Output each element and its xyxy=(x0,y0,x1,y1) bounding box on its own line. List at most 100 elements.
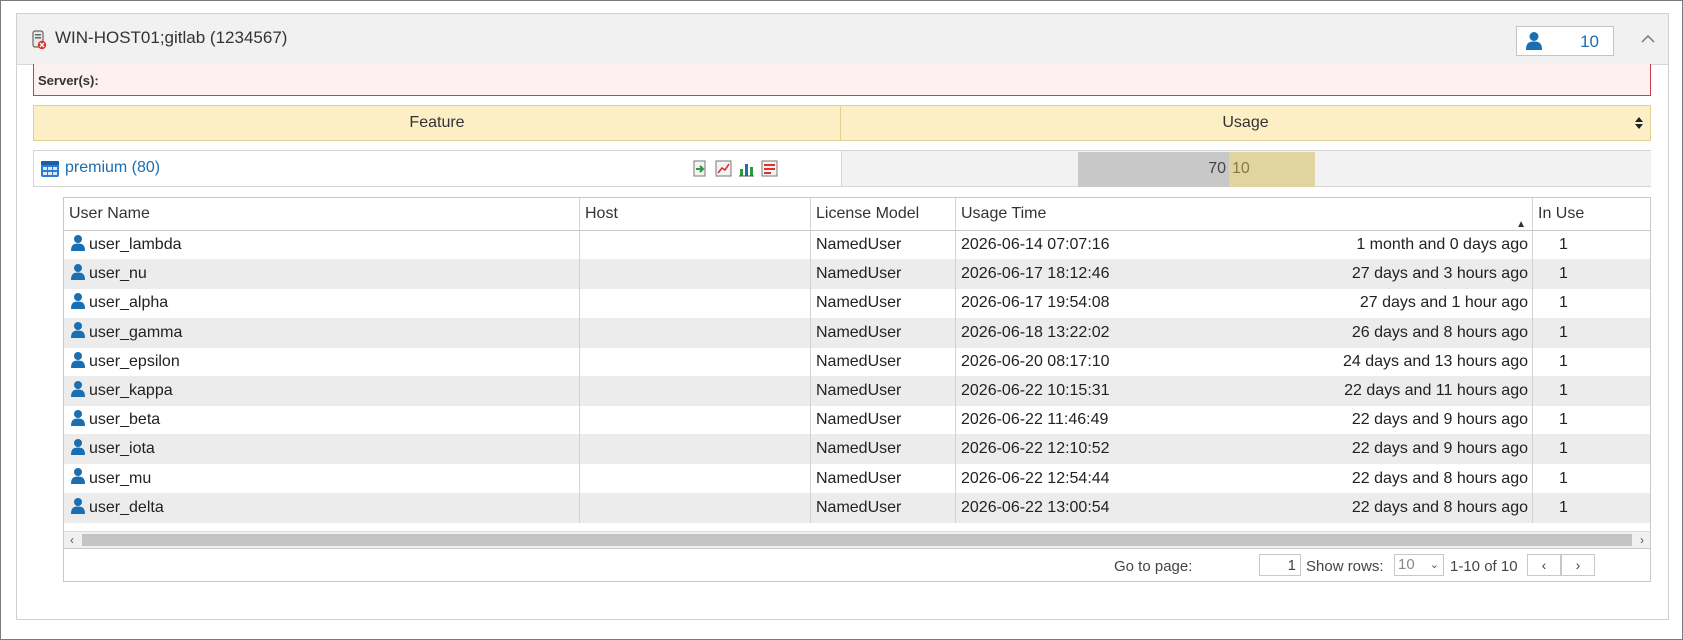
cell-license-model: NamedUser xyxy=(811,492,956,523)
usage-relative-time: 22 days and 8 hours ago xyxy=(1351,498,1528,516)
usage-timestamp: 2026-06-22 13:00:54 xyxy=(961,498,1110,516)
table-row[interactable]: user_alpha NamedUser 2026-06-17 19:54:08 27… xyxy=(64,288,1650,319)
column-header-usage-time[interactable]: Usage Time ▲ xyxy=(956,198,1533,230)
column-header-in-use[interactable]: In Use xyxy=(1533,198,1650,230)
cell-host xyxy=(580,434,811,465)
cell-usage-time: 2026-06-22 10:15:31 22 days and 11 hours … xyxy=(956,376,1533,406)
scrollbar-thumb[interactable] xyxy=(82,534,1632,546)
cell-host xyxy=(580,259,811,290)
cell-license-model: NamedUser xyxy=(811,288,956,319)
user-usage-grid: User Name Host License Model Usage Time … xyxy=(63,197,1651,582)
report-icon[interactable] xyxy=(761,160,778,177)
cell-license-model: NamedUser xyxy=(811,230,956,260)
cell-user-name: user_epsilon xyxy=(64,346,580,377)
panel-header[interactable]: WIN-HOST01;gitlab (1234567) 10 xyxy=(17,14,1668,65)
table-row[interactable]: user_nu NamedUser 2026-06-17 18:12:46 27 da… xyxy=(64,259,1650,290)
table-row[interactable]: user_iota NamedUser 2026-06-22 12:10:52 22 … xyxy=(64,434,1650,465)
usage-column-header[interactable]: Usage xyxy=(840,105,1651,141)
prev-page-button[interactable]: ‹ xyxy=(1527,554,1561,576)
rows-per-page-value: 10 xyxy=(1398,556,1415,573)
cell-usage-time: 2026-06-22 12:10:52 22 days and 9 hours a… xyxy=(956,434,1533,465)
cell-usage-time: 2026-06-17 18:12:46 27 days and 3 hours a… xyxy=(956,259,1533,290)
user-count-badge[interactable]: 10 xyxy=(1516,26,1614,56)
cell-usage-time: 2026-06-22 12:54:44 22 days and 8 hours a… xyxy=(956,463,1533,494)
user-icon xyxy=(71,263,85,280)
feature-row[interactable]: premium (80) 70 10 xyxy=(33,150,1651,187)
chevron-left-icon: ‹ xyxy=(1541,557,1547,573)
cell-user-name: user_mu xyxy=(64,463,580,494)
cell-in-use: 1 xyxy=(1559,323,1568,341)
user-icon xyxy=(1526,32,1542,50)
table-row[interactable]: user_epsilon NamedUser 2026-06-20 08:17:10… xyxy=(64,346,1650,377)
usage-relative-time: 22 days and 11 hours ago xyxy=(1344,382,1528,399)
show-rows-label: Show rows: xyxy=(1306,558,1384,575)
user-name: user_epsilon xyxy=(89,352,180,370)
scroll-left-icon[interactable]: ‹ xyxy=(64,532,80,548)
column-header-user-name[interactable]: User Name xyxy=(64,198,580,230)
user-icon xyxy=(71,293,85,310)
usage-bar-track: 70 10 xyxy=(841,151,1651,187)
user-icon xyxy=(71,439,85,456)
cell-usage-time: 2026-06-22 13:00:54 22 days and 8 hours a… xyxy=(956,492,1533,523)
usage-used-bar: 70 xyxy=(1078,152,1229,187)
user-icon xyxy=(71,497,85,514)
user-icon xyxy=(71,322,85,339)
cell-license-model: NamedUser xyxy=(811,434,956,465)
table-row[interactable]: user_gamma NamedUser 2026-06-18 13:22:02 26… xyxy=(64,317,1650,348)
table-row[interactable]: user_mu NamedUser 2026-06-22 12:54:44 22 da… xyxy=(64,463,1650,494)
cell-in-use: 1 xyxy=(1559,411,1568,429)
user-name: user_kappa xyxy=(89,382,173,399)
user-icon xyxy=(71,234,85,251)
next-page-button[interactable]: › xyxy=(1561,554,1595,576)
cell-in-use: 1 xyxy=(1559,352,1568,370)
user-name: user_delta xyxy=(89,498,164,516)
table-row[interactable]: user_delta NamedUser 2026-06-22 13:00:54 22… xyxy=(64,492,1650,523)
table-row[interactable]: user_beta NamedUser 2026-06-22 11:46:49 22 … xyxy=(64,405,1650,436)
cell-license-model: NamedUser xyxy=(811,405,956,436)
cell-user-name: user_nu xyxy=(64,259,580,290)
line-chart-icon[interactable] xyxy=(715,160,732,177)
cell-host xyxy=(580,463,811,494)
scroll-right-icon[interactable]: › xyxy=(1634,532,1650,548)
table-row[interactable]: user_kappa NamedUser 2026-06-22 10:15:31 22… xyxy=(64,376,1650,406)
cell-host xyxy=(580,376,811,406)
table-row[interactable]: user_lambda NamedUser 2026-06-14 07:07:16 1… xyxy=(64,230,1650,260)
usage-timestamp: 2026-06-17 19:54:08 xyxy=(961,294,1110,312)
user-icon xyxy=(71,351,85,368)
bar-chart-icon[interactable] xyxy=(738,160,755,177)
export-icon[interactable] xyxy=(692,160,709,177)
horizontal-scrollbar[interactable]: ‹ › xyxy=(64,531,1650,548)
cell-in-use: 1 xyxy=(1559,294,1568,312)
cell-user-name: user_gamma xyxy=(64,317,580,348)
cell-usage-time: 2026-06-20 08:17:10 24 days and 13 hours … xyxy=(956,346,1533,377)
usage-timestamp: 2026-06-14 07:07:16 xyxy=(961,236,1110,253)
cell-user-name: user_iota xyxy=(64,434,580,465)
chevron-up-icon xyxy=(1641,34,1655,43)
cell-usage-time: 2026-06-17 19:54:08 27 days and 1 hour ag… xyxy=(956,288,1533,319)
cell-in-use: 1 xyxy=(1559,236,1568,253)
cell-in-use: 1 xyxy=(1559,440,1568,458)
collapse-button[interactable] xyxy=(1638,30,1658,50)
usage-header-label: Usage xyxy=(1222,114,1269,131)
panel-title: WIN-HOST01;gitlab (1234567) xyxy=(55,28,288,47)
rows-per-page-select[interactable]: 10 ⌄ xyxy=(1394,554,1444,576)
cell-in-use: 1 xyxy=(1559,382,1568,399)
column-header-license-model[interactable]: License Model xyxy=(811,198,956,230)
user-icon xyxy=(71,380,85,397)
usage-timestamp: 2026-06-22 10:15:31 xyxy=(961,382,1110,399)
server-error-icon xyxy=(32,30,47,50)
usage-timestamp: 2026-06-18 13:22:02 xyxy=(961,323,1110,341)
feature-column-header[interactable]: Feature xyxy=(33,105,841,141)
server-list-bar: Server(s): xyxy=(33,64,1651,96)
feature-link[interactable]: premium (80) xyxy=(65,159,160,177)
usage-relative-time: 26 days and 8 hours ago xyxy=(1351,323,1528,341)
user-icon xyxy=(71,409,85,426)
page-number-input[interactable] xyxy=(1259,554,1301,576)
cell-license-model: NamedUser xyxy=(811,463,956,494)
usage-relative-time: 22 days and 9 hours ago xyxy=(1351,440,1528,458)
user-name: user_beta xyxy=(89,411,161,429)
cell-host xyxy=(580,288,811,319)
usage-timestamp: 2026-06-22 12:54:44 xyxy=(961,469,1110,487)
column-header-host[interactable]: Host xyxy=(580,198,811,230)
cell-host xyxy=(580,317,811,348)
